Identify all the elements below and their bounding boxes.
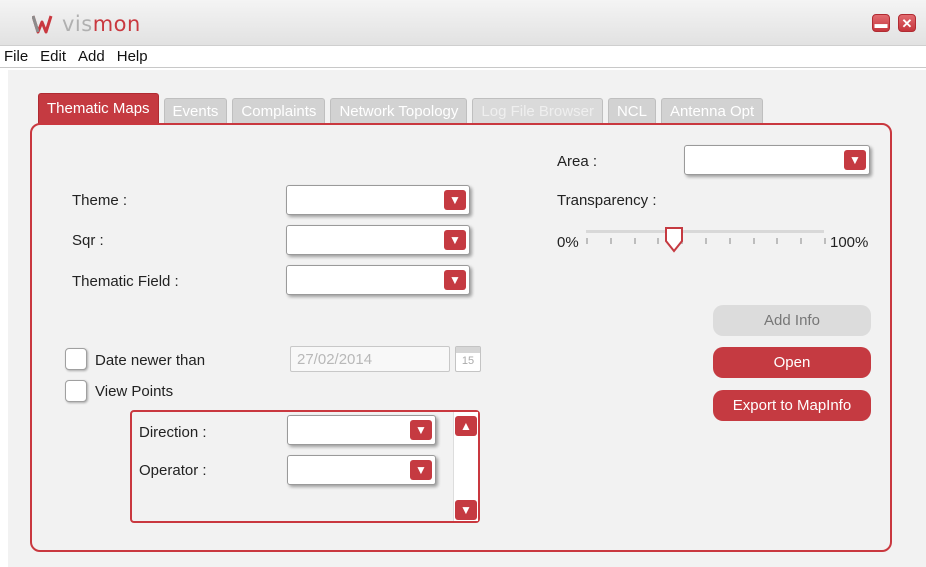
tab-thematic-maps[interactable]: Thematic Maps [38, 93, 159, 124]
sqr-label: Sqr : [72, 232, 104, 249]
chevron-down-icon[interactable]: ▼ [844, 150, 866, 170]
chevron-down-icon[interactable]: ▼ [444, 230, 466, 250]
calendar-icon: 15 [455, 346, 481, 372]
tab-log-file-browser: Log File Browser [472, 98, 603, 124]
slider-tick [634, 238, 636, 244]
slider-tick [705, 238, 707, 244]
slider-max-label: 100% [830, 234, 869, 251]
tab-events[interactable]: Events [163, 98, 228, 124]
tab-complaints[interactable]: Complaints [232, 98, 326, 124]
menu-bar: File Edit Add Help [0, 46, 926, 68]
slider-tick [753, 238, 755, 244]
add-info-button: Add Info [713, 305, 871, 336]
area-select[interactable]: ▼ [684, 145, 870, 175]
title-bar: vismon ▬ ✕ [0, 0, 926, 46]
transparency-slider-thumb[interactable] [664, 227, 684, 253]
logo-text-vis: vis [62, 12, 93, 36]
close-icon[interactable]: ✕ [898, 14, 916, 32]
menu-file[interactable]: File [0, 46, 34, 67]
export-to-mapinfo-button[interactable]: Export to MapInfo [713, 390, 871, 421]
chevron-down-icon[interactable]: ▼ [455, 500, 477, 520]
slider-tick [610, 238, 612, 244]
app-logo: vismon [32, 12, 141, 36]
thematic-field-select[interactable]: ▼ [286, 265, 470, 295]
open-button[interactable]: Open [713, 347, 871, 378]
date-newer-checkbox[interactable] [65, 348, 87, 370]
tab-antenna-opt[interactable]: Antenna Opt [660, 98, 764, 124]
date-newer-label: Date newer than [95, 352, 206, 369]
menu-edit[interactable]: Edit [34, 46, 72, 67]
area-label: Area : [557, 153, 598, 170]
view-points-checkbox[interactable] [65, 380, 87, 402]
sqr-select[interactable]: ▼ [286, 225, 470, 255]
tab-ncl[interactable]: NCL [607, 98, 656, 124]
transparency-slider-track[interactable] [586, 230, 824, 233]
date-input: 27/02/2014 [290, 346, 450, 372]
operator-label: Operator : [139, 462, 207, 479]
transparency-label: Transparency : [557, 192, 657, 209]
vismon-logo-icon [32, 15, 53, 34]
slider-tick [800, 238, 802, 244]
slider-tick [657, 238, 659, 244]
theme-select[interactable]: ▼ [286, 185, 470, 215]
chevron-up-icon[interactable]: ▲ [455, 416, 477, 436]
slider-tick [824, 238, 826, 244]
chevron-down-icon[interactable]: ▼ [410, 420, 432, 440]
chevron-down-icon[interactable]: ▼ [410, 460, 432, 480]
direction-label: Direction : [139, 424, 207, 441]
direction-select[interactable]: ▼ [287, 415, 436, 445]
chevron-down-icon[interactable]: ▼ [444, 270, 466, 290]
theme-label: Theme : [72, 192, 128, 209]
menu-help[interactable]: Help [111, 46, 154, 67]
slider-tick [729, 238, 731, 244]
slider-min-label: 0% [557, 234, 579, 251]
thematic-field-label: Thematic Field : [72, 273, 179, 290]
calendar-day: 15 [461, 355, 475, 367]
slider-tick [586, 238, 588, 244]
chevron-down-icon[interactable]: ▼ [444, 190, 466, 210]
tab-bar: Thematic Maps Events Complaints Network … [38, 93, 768, 124]
logo-text-mon: mon [92, 12, 141, 36]
slider-tick [776, 238, 778, 244]
minimize-icon[interactable]: ▬ [872, 14, 890, 32]
menu-add[interactable]: Add [72, 46, 111, 67]
tab-network-topology[interactable]: Network Topology [330, 98, 468, 124]
operator-select[interactable]: ▼ [287, 455, 436, 485]
view-points-label: View Points [95, 383, 174, 400]
